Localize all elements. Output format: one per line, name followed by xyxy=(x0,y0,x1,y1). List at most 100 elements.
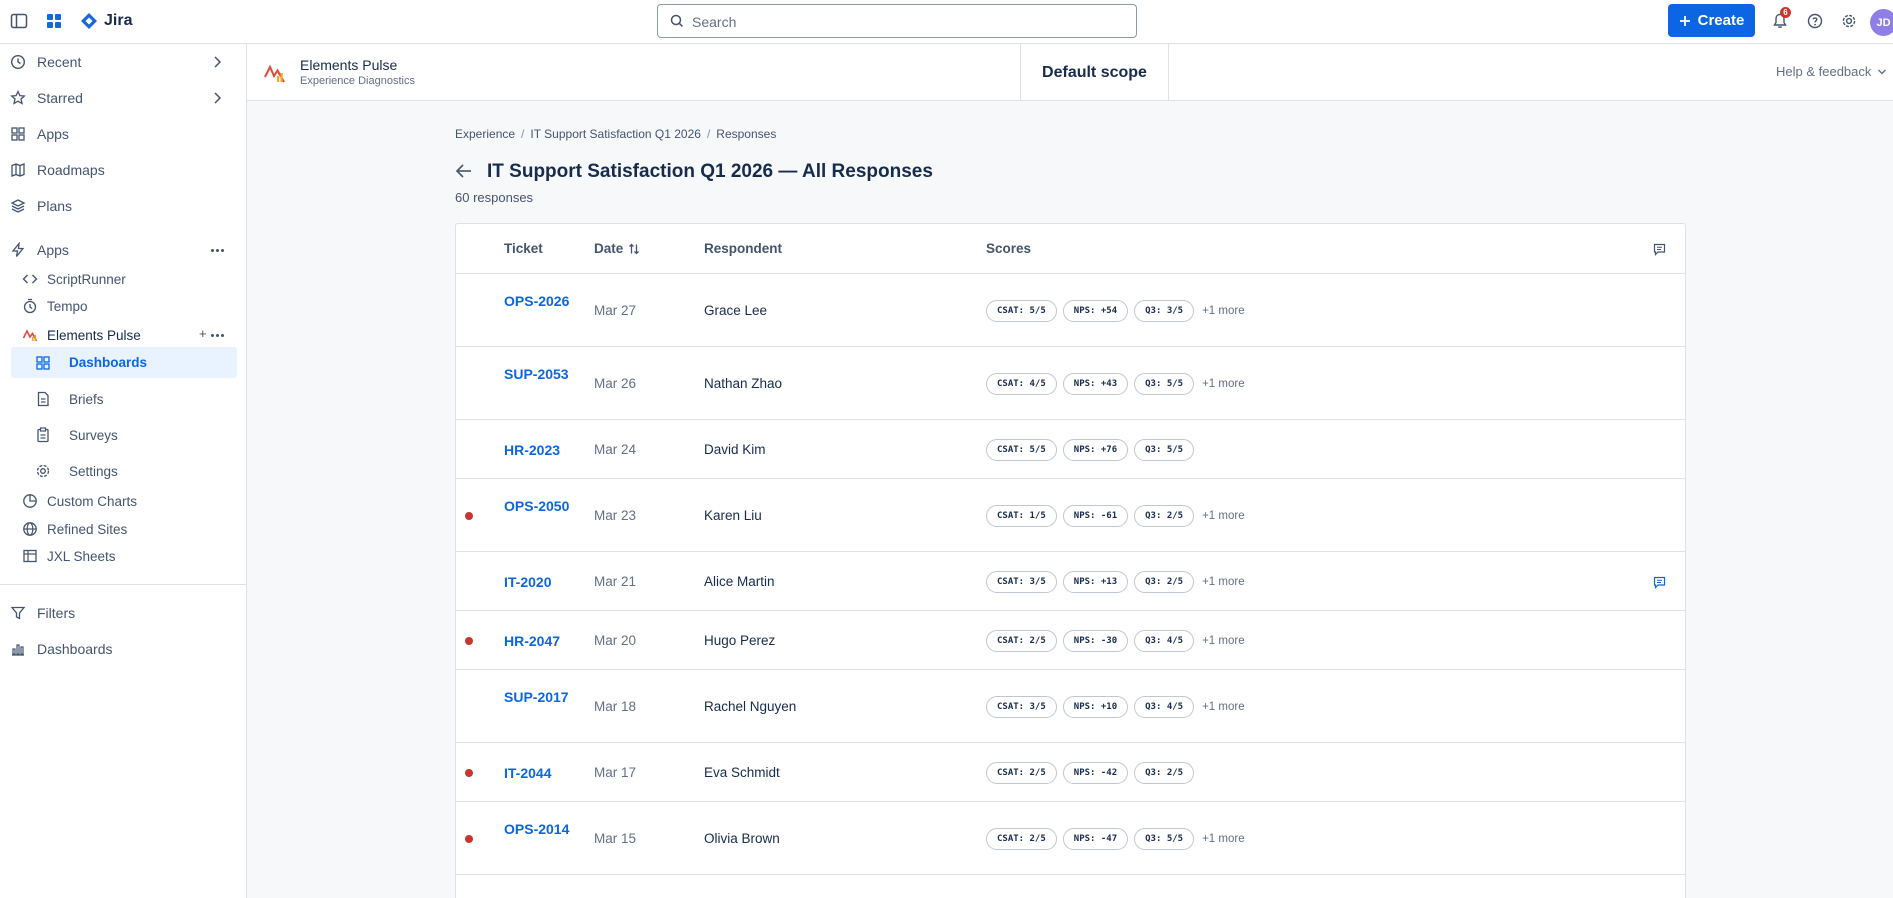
score-chip: Q3: 2/5 xyxy=(1134,504,1195,527)
ticket-link[interactable]: IT-2044 xyxy=(504,763,574,783)
jira-logo-icon[interactable] xyxy=(77,9,101,33)
sidebar-item-scriptrunner[interactable]: ScriptRunner xyxy=(0,264,247,294)
table-row[interactable]: OPS-2050 Mar 23 Karen Liu CSAT: 1/5 NPS: -61… xyxy=(456,479,1685,552)
sidebar-section-apps[interactable]: Apps xyxy=(0,235,247,265)
add-icon[interactable]: + xyxy=(199,326,207,341)
sidebar-item-label: Refined Sites xyxy=(47,521,128,537)
chevron-right-icon xyxy=(214,56,222,68)
create-button[interactable]: Create xyxy=(1668,4,1755,37)
score-chips: CSAT: 4/5 NPS: +43 Q3: 5/5 +1 more xyxy=(986,372,1245,395)
help-feedback-button[interactable]: Help & feedback xyxy=(1776,64,1887,79)
score-chip: CSAT: 5/5 xyxy=(986,299,1057,322)
sidebar-item-plans[interactable]: Plans xyxy=(0,191,247,221)
ticket-link[interactable]: OPS-2050 xyxy=(504,496,574,516)
more-scores-link[interactable]: +1 more xyxy=(1202,305,1245,317)
help-feedback-label: Help & feedback xyxy=(1776,64,1872,79)
sidebar-item-dashboards-pulse[interactable]: Dashboards xyxy=(11,347,237,378)
search-input[interactable]: Search xyxy=(657,4,1137,38)
column-header-respondent[interactable]: Respondent xyxy=(704,241,782,256)
score-chip: NPS: -61 xyxy=(1062,504,1129,527)
sidebar-item-custom-charts[interactable]: Custom Charts xyxy=(0,486,247,516)
scope-label: Default scope xyxy=(1042,63,1147,81)
sidebar-item-settings[interactable]: Settings xyxy=(0,456,247,486)
scope-selector[interactable]: Default scope xyxy=(1020,44,1169,101)
more-scores-link[interactable]: +1 more xyxy=(1202,701,1245,713)
table-row[interactable]: SUP-2017 Mar 18 Rachel Nguyen CSAT: 3/5 NPS:… xyxy=(456,670,1685,743)
sidebar-item-surveys[interactable]: Surveys xyxy=(0,420,247,450)
score-chip: Q3: 4/5 xyxy=(1134,695,1195,718)
ticket-link[interactable]: HR-2047 xyxy=(504,631,574,651)
sidebar-item-label: Briefs xyxy=(69,391,104,407)
more-scores-link[interactable]: +1 more xyxy=(1202,576,1245,588)
timer-icon xyxy=(23,298,37,314)
sidebar-item-recent[interactable]: Recent xyxy=(0,47,247,77)
table-row[interactable]: HR-2023 Mar 24 David Kim CSAT: 5/5 NPS: +76 Q… xyxy=(456,420,1685,479)
score-chip: Q3: 3/5 xyxy=(1134,299,1195,322)
sidebar-item-label: Tempo xyxy=(47,298,88,314)
sidebar-item-refined-sites[interactable]: Refined Sites xyxy=(0,514,247,544)
ticket-link[interactable]: SUP-2053 xyxy=(504,364,574,384)
more-options-icon[interactable] xyxy=(211,249,224,252)
more-scores-link[interactable]: +1 more xyxy=(1202,635,1245,647)
table-row[interactable]: IT-2044 Mar 17 Eva Schmidt CSAT: 2/5 NPS: -4… xyxy=(456,743,1685,802)
back-arrow-icon[interactable] xyxy=(455,163,473,179)
more-scores-link[interactable]: +1 more xyxy=(1202,510,1245,522)
top-navigation-bar: Jira Search Create 6 JD xyxy=(0,0,1893,44)
user-avatar[interactable]: JD xyxy=(1870,9,1893,36)
sidebar-item-briefs[interactable]: Briefs xyxy=(0,384,247,414)
sidebar-item-starred[interactable]: Starred xyxy=(0,83,247,113)
gear-icon xyxy=(36,464,50,478)
app-switcher-icon[interactable] xyxy=(42,9,66,33)
response-date: Mar 17 xyxy=(594,764,637,780)
breadcrumb-item-survey[interactable]: IT Support Satisfaction Q1 2026 xyxy=(530,127,701,141)
negative-flag-indicator xyxy=(465,768,473,777)
breadcrumb-item-responses[interactable]: Responses xyxy=(716,127,776,141)
ticket-link[interactable]: IT-2020 xyxy=(504,572,574,592)
more-scores-link[interactable]: +1 more xyxy=(1202,378,1245,390)
app-name[interactable]: Elements Pulse xyxy=(300,57,397,73)
sidebar-item-roadmaps[interactable]: Roadmaps xyxy=(0,155,247,185)
table-row[interactable]: HR-2047 Mar 20 Hugo Perez CSAT: 2/5 NPS: -30… xyxy=(456,611,1685,670)
score-chip: NPS: +10 xyxy=(1062,695,1129,718)
table-row[interactable]: SUP- xyxy=(456,875,1685,898)
sidebar-item-filters[interactable]: Filters xyxy=(0,598,247,628)
sidebar-toggle-icon[interactable] xyxy=(7,9,31,33)
score-chips: CSAT: 5/5 NPS: +54 Q3: 3/5 +1 more xyxy=(986,299,1245,322)
help-icon[interactable] xyxy=(1803,9,1827,33)
table-row[interactable]: SUP-2053 Mar 26 Nathan Zhao CSAT: 4/5 NPS: +… xyxy=(456,347,1685,420)
sidebar-item-dashboards[interactable]: Dashboards xyxy=(0,634,247,664)
table-row[interactable]: OPS-2026 Mar 27 Grace Lee CSAT: 5/5 NPS: +54… xyxy=(456,274,1685,347)
sidebar-item-elements-pulse[interactable]: Elements Pulse + xyxy=(0,320,247,350)
search-icon xyxy=(670,14,684,28)
ticket-link[interactable]: HR-2023 xyxy=(504,440,574,460)
more-options-icon[interactable] xyxy=(211,334,224,337)
column-header-scores[interactable]: Scores xyxy=(986,241,1031,256)
more-scores-link[interactable]: +1 more xyxy=(1202,833,1245,845)
sidebar-item-label: Dashboards xyxy=(37,641,113,657)
settings-gear-icon[interactable] xyxy=(1837,9,1861,33)
breadcrumb-separator: / xyxy=(521,127,525,141)
comment-icon[interactable] xyxy=(1653,576,1666,589)
ticket-link[interactable]: OPS-2014 xyxy=(504,819,574,839)
sidebar-item-apps[interactable]: Apps xyxy=(0,119,247,149)
comment-column-icon xyxy=(1653,243,1666,256)
table-row[interactable]: IT-2020 Mar 21 Alice Martin CSAT: 3/5 NPS: +… xyxy=(456,552,1685,611)
respondent-name: Grace Lee xyxy=(704,302,768,318)
sidebar-item-tempo[interactable]: Tempo xyxy=(0,291,247,321)
score-chip: Q3: 2/5 xyxy=(1134,570,1195,593)
product-name[interactable]: Jira xyxy=(104,12,132,30)
bar-chart-icon xyxy=(12,644,24,656)
score-chip: CSAT: 2/5 xyxy=(986,761,1057,784)
score-chip: Q3: 5/5 xyxy=(1134,827,1195,850)
column-header-date[interactable]: Date xyxy=(594,241,640,256)
column-header-ticket[interactable]: Ticket xyxy=(504,241,543,256)
ticket-link[interactable]: OPS-2026 xyxy=(504,291,574,311)
breadcrumb-item-experience[interactable]: Experience xyxy=(455,127,515,141)
negative-flag-indicator xyxy=(465,636,473,645)
table-row[interactable]: OPS-2014 Mar 15 Olivia Brown CSAT: 2/5 NPS: … xyxy=(456,802,1685,875)
sidebar-item-jxl-sheets[interactable]: JXL Sheets xyxy=(0,541,247,571)
score-chips: CSAT: 5/5 NPS: +76 Q3: 5/5 xyxy=(986,438,1195,461)
ticket-link[interactable]: SUP-2017 xyxy=(504,687,574,707)
chevron-right-icon xyxy=(214,92,222,104)
score-chip: NPS: -42 xyxy=(1062,761,1129,784)
